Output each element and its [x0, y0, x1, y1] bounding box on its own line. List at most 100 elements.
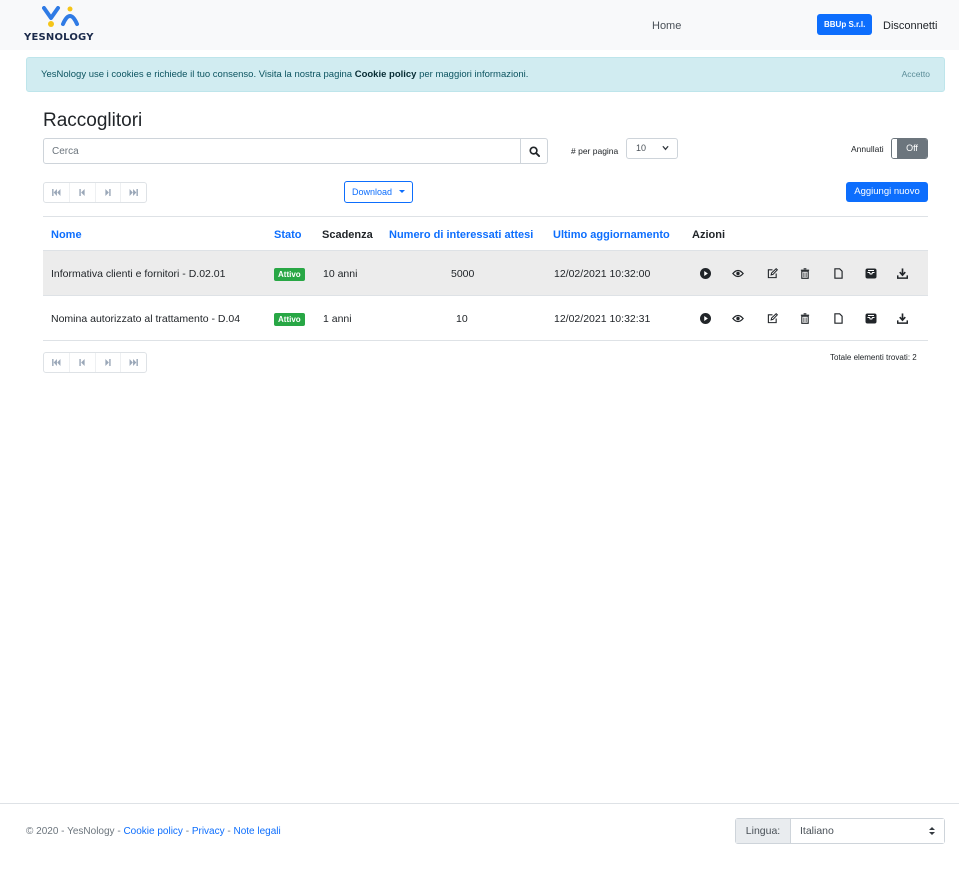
footer-legal-link[interactable]: Note legali [234, 826, 281, 837]
edit-icon [767, 312, 778, 323]
language-label: Lingua: [736, 819, 791, 843]
cookie-accept-button[interactable]: Accetto [902, 69, 930, 79]
inbox-button[interactable] [863, 310, 879, 326]
cell-scadenza: 10 anni [323, 268, 358, 280]
cancelled-toggle[interactable]: Off [891, 138, 928, 159]
trash-icon [800, 312, 810, 324]
eye-icon [732, 314, 744, 322]
pagination-top [43, 182, 147, 203]
delete-button[interactable] [797, 310, 813, 326]
document-button[interactable] [830, 265, 846, 281]
edit-button[interactable] [764, 265, 780, 281]
logo-mark-icon [42, 6, 79, 27]
add-new-button[interactable]: Aggiungi nuovo [846, 182, 928, 202]
top-navbar: YESNOLOGY Home BBUp S.r.l. Disconnetti [0, 0, 959, 50]
footer-sep: - [182, 826, 192, 837]
col-header-aggiornamento[interactable]: Ultimo aggiornamento [553, 229, 670, 241]
prev-page-button[interactable] [70, 183, 96, 202]
table-row: Informativa clienti e fornitori - D.02.0… [43, 250, 928, 295]
logout-link[interactable]: Disconnetti [883, 20, 937, 32]
download-row-button[interactable] [894, 265, 910, 281]
cell-interessati: 5000 [451, 268, 475, 280]
eye-icon [732, 269, 744, 277]
col-header-nome[interactable]: Nome [51, 229, 82, 241]
footer-sep: - [224, 826, 234, 837]
edit-icon [767, 267, 778, 278]
last-page-button[interactable] [121, 183, 146, 202]
last-page-icon [129, 189, 138, 196]
next-page-button[interactable] [96, 353, 122, 372]
cookie-policy-link[interactable]: Cookie policy [355, 69, 417, 80]
total-count: Totale elementi trovati: 2 [830, 353, 917, 362]
first-page-button[interactable] [44, 183, 70, 202]
cancelled-toggle-label: Annullati [851, 144, 884, 154]
table-row: Nomina autorizzato al trattamento - D.04… [43, 295, 928, 340]
col-header-azioni: Azioni [692, 229, 725, 241]
search-icon [528, 145, 540, 157]
col-header-scadenza: Scadenza [322, 229, 373, 241]
inbox-button[interactable] [863, 265, 879, 281]
nav-home-link[interactable]: Home [652, 20, 681, 32]
cookie-message: YesNology use i cookies e richiede il tu… [41, 69, 528, 80]
table-bottom-border [43, 340, 928, 341]
play-button[interactable] [697, 265, 713, 281]
view-button[interactable] [730, 265, 746, 281]
cell-nome: Informativa clienti e fornitori - D.02.0… [51, 268, 226, 280]
edit-button[interactable] [764, 310, 780, 326]
play-icon [699, 267, 711, 279]
last-page-icon [129, 359, 138, 366]
cell-scadenza: 1 anni [323, 313, 352, 325]
footer-divider [0, 803, 959, 804]
caret-down-icon [399, 190, 405, 193]
play-button[interactable] [697, 310, 713, 326]
first-page-button[interactable] [44, 353, 70, 372]
delete-button[interactable] [797, 265, 813, 281]
next-page-icon [105, 189, 111, 196]
inbox-icon [865, 313, 877, 323]
download-icon [896, 267, 908, 279]
brand-logo[interactable]: YESNOLOGY [24, 6, 104, 46]
play-icon [699, 312, 711, 324]
view-button[interactable] [730, 310, 746, 326]
chevron-down-icon [662, 145, 669, 151]
download-label: Download [352, 187, 393, 197]
download-icon [896, 312, 908, 324]
per-page-label: # per pagina [571, 146, 619, 156]
status-badge: Attivo [274, 313, 305, 326]
prev-page-icon [79, 189, 85, 196]
next-page-icon [105, 359, 111, 366]
per-page-value: 10 [636, 143, 647, 153]
prev-page-icon [79, 359, 85, 366]
footer-privacy-link[interactable]: Privacy [192, 826, 225, 837]
download-row-button[interactable] [894, 310, 910, 326]
last-page-button[interactable] [121, 353, 146, 372]
pagination-bottom [43, 352, 147, 373]
cell-interessati: 10 [456, 313, 468, 325]
footer-cookie-link[interactable]: Cookie policy [123, 826, 182, 837]
col-header-interessati[interactable]: Numero di interessati attesi [389, 229, 533, 241]
table-top-border [43, 216, 928, 217]
document-button[interactable] [830, 310, 846, 326]
select-arrows-icon [929, 827, 935, 835]
page-title: Raccoglitori [43, 110, 143, 131]
cell-aggiornamento: 12/02/2021 10:32:31 [554, 313, 651, 325]
download-dropdown-button[interactable]: Download [344, 181, 413, 203]
cell-nome: Nomina autorizzato al trattamento - D.04 [51, 313, 241, 325]
file-icon [833, 312, 843, 324]
company-button[interactable]: BBUp S.r.l. [817, 14, 873, 35]
cookie-text-after: per maggiori informazioni. [416, 69, 529, 80]
per-page-select[interactable]: 10 [626, 138, 678, 159]
col-header-stato[interactable]: Stato [274, 229, 302, 241]
search-input[interactable] [43, 138, 521, 164]
next-page-button[interactable] [96, 183, 122, 202]
first-page-icon [52, 359, 61, 366]
language-select[interactable]: Italiano [791, 819, 944, 843]
first-page-icon [52, 189, 61, 196]
prev-page-button[interactable] [70, 353, 96, 372]
brand-name: YESNOLOGY [24, 32, 94, 43]
search-button[interactable] [520, 138, 548, 164]
language-selector: Lingua: Italiano [735, 818, 945, 844]
language-value: Italiano [800, 825, 834, 837]
status-badge: Attivo [274, 268, 305, 281]
inbox-icon [865, 268, 877, 278]
